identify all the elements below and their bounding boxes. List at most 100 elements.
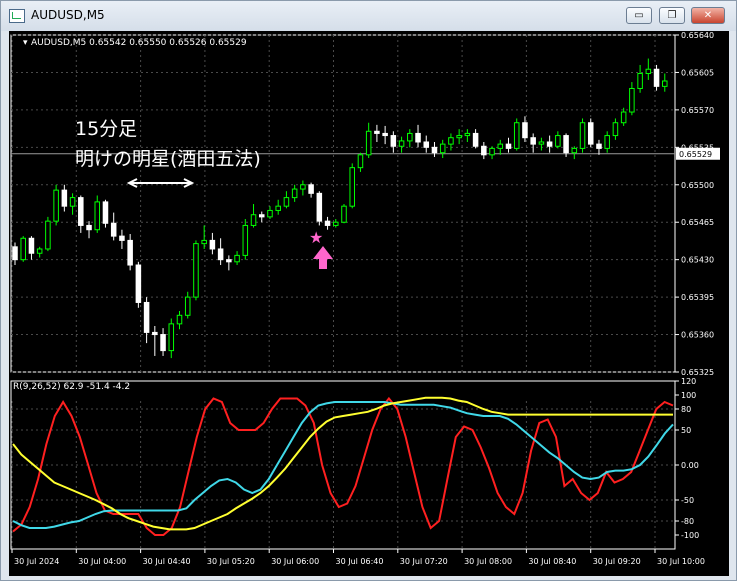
candle-body [563, 135, 569, 154]
price-tick-label: 0.65605 [681, 68, 714, 77]
indicator-tick-label: 50 [681, 426, 691, 435]
time-tick-label: 30 Jul 06:00 [271, 557, 319, 566]
candle-body [217, 248, 224, 261]
candle-body [612, 122, 619, 137]
candle-body [61, 189, 68, 207]
candle-body [497, 143, 504, 149]
time-tick-label: 30 Jul 04:00 [78, 557, 126, 566]
candle-body [152, 331, 158, 336]
candle-body [579, 122, 586, 149]
candlestick-series [12, 58, 668, 359]
candle-body [283, 197, 290, 207]
price-tick-label: 0.65430 [681, 256, 714, 265]
candle-body [28, 237, 35, 254]
time-tick-label: 30 Jul 2024 [14, 557, 59, 566]
window-title: AUDUSD,M5 [31, 8, 105, 22]
candle-body [456, 135, 462, 139]
candle-body [374, 130, 380, 134]
chart-window: AUDUSD,M5 ▭ ❐ ✕ 0.65640 0.65605 0.65570 0.6… [0, 0, 737, 581]
indicator-tick-label: -100 [681, 531, 699, 540]
close-button[interactable]: ✕ [691, 7, 725, 24]
candle-body [36, 248, 43, 254]
indicator-tick-label: -50 [681, 496, 694, 505]
candle-body [184, 296, 191, 316]
chart-canvas[interactable]: 0.656400.656050.655700.655350.655000.654… [9, 31, 729, 576]
up-arrow-icon [313, 246, 333, 269]
candle-body [653, 68, 660, 87]
price-tick-label: 0.65360 [681, 331, 714, 340]
candle-body [530, 137, 536, 145]
candle-body [382, 132, 388, 137]
candle-body [20, 237, 26, 261]
price-tick-label: 0.65325 [681, 368, 714, 377]
candle-body [300, 184, 306, 190]
candle-body [308, 184, 314, 194]
candle-body [390, 135, 397, 147]
candle-body [513, 122, 520, 149]
candle-body [12, 246, 18, 261]
candle-body [423, 141, 430, 148]
candle-body [94, 201, 101, 231]
candle-body [415, 132, 421, 143]
time-axis: 30 Jul 2024 30 Jul 04:00 30 Jul 04:40 30 Ju… [11, 549, 705, 566]
indicator-tick-label: -80 [681, 517, 694, 526]
main-pane-frame [10, 34, 676, 373]
restore-button[interactable]: ❐ [659, 7, 685, 24]
annotation-title: 15分足 [75, 118, 137, 140]
price-tick-label: 0.65500 [681, 181, 714, 190]
candle-body [407, 132, 413, 142]
candle-body [267, 209, 273, 218]
candle-body [250, 214, 257, 226]
candle-body [234, 254, 240, 263]
minimize-button[interactable]: ▭ [626, 7, 652, 24]
candle-body [201, 239, 207, 245]
candle-body [160, 334, 166, 352]
time-tick-label: 30 Jul 08:40 [528, 557, 576, 566]
candle-body [505, 143, 512, 149]
candle-body [226, 259, 232, 263]
title-bar[interactable]: AUDUSD,M5 ▭ ❐ ✕ [1, 1, 736, 31]
indicator-pane-frame [10, 380, 676, 550]
price-tick-label: 0.65640 [681, 31, 714, 40]
candle-body [275, 205, 281, 211]
candle-body [69, 197, 76, 207]
candle-body [439, 143, 446, 154]
indicator-tick-label: 0.00 [681, 461, 699, 470]
candle-body [629, 87, 635, 113]
candle-body [587, 122, 594, 145]
candle-body [168, 323, 175, 352]
candle-body [546, 141, 553, 147]
indicator-tick-label: 100 [681, 391, 696, 400]
candle-body [45, 220, 51, 250]
time-tick-label: 30 Jul 05:20 [207, 557, 255, 566]
chart-header: AUDUSD,M5 0.65542 0.65550 0.65526 0.6552… [31, 38, 247, 48]
candle-body [645, 68, 652, 75]
candle-body [258, 214, 265, 218]
candle-body [481, 145, 487, 156]
candle-body [431, 146, 438, 154]
price-tick-label: 0.65465 [681, 218, 714, 227]
candle-body [662, 80, 668, 87]
candle-body [242, 224, 249, 256]
candle-body [637, 73, 643, 89]
collapse-arrow-icon[interactable]: ▾ [23, 38, 28, 48]
time-tick-label: 30 Jul 08:00 [464, 557, 512, 566]
candle-body [620, 111, 627, 124]
price-chart[interactable]: 0.656400.656050.655700.655350.655000.654… [9, 31, 729, 576]
candle-body [53, 189, 59, 222]
candle-body [110, 222, 117, 237]
candle-body [448, 137, 454, 145]
time-tick-label: 30 Jul 06:40 [336, 557, 384, 566]
indicator-label: R(9,26,52) 62.9 -51.4 -4.2 [13, 382, 130, 392]
indicator-axis: 120 100 80 50 0.00 -50 -80 -100 [675, 377, 699, 540]
candle-body [78, 197, 84, 226]
candle-body [349, 167, 355, 207]
candle-body [324, 220, 331, 226]
indicator-line-1 [12, 396, 674, 536]
candle-body [464, 132, 471, 137]
candle-body [472, 132, 479, 147]
candle-body [333, 221, 339, 226]
time-tick-label: 30 Jul 09:20 [593, 557, 641, 566]
indicator-lines [12, 396, 674, 536]
candle-body [143, 301, 150, 333]
